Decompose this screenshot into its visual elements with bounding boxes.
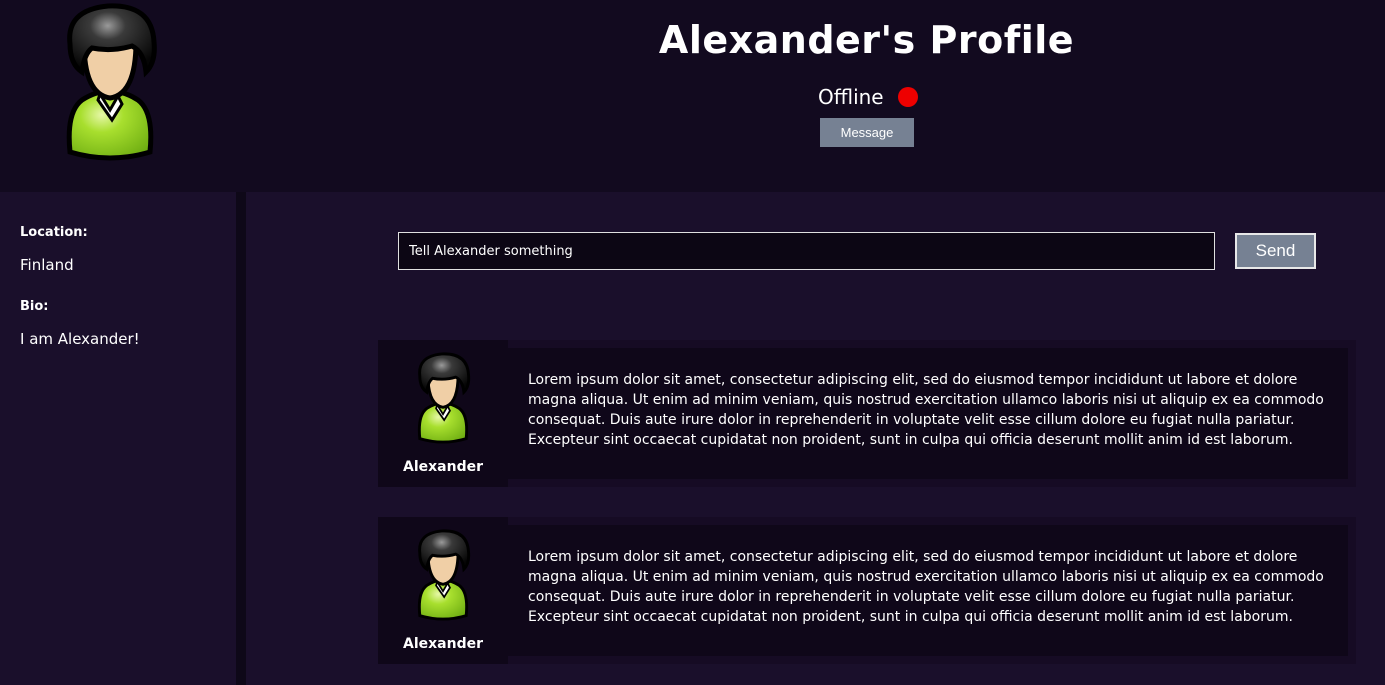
- message-button[interactable]: Message: [820, 118, 914, 147]
- sidebar-divider: [236, 192, 246, 685]
- page-title: Alexander's Profile: [658, 18, 1075, 62]
- post-author-panel: Alexander: [378, 517, 508, 664]
- message-input[interactable]: [398, 232, 1215, 270]
- post-body: Lorem ipsum dolor sit amet, consectetur …: [508, 525, 1348, 656]
- status-text: Offline: [818, 85, 884, 109]
- post-author-name: Alexander: [403, 636, 483, 652]
- send-button[interactable]: Send: [1235, 233, 1316, 269]
- post-body: Lorem ipsum dolor sit amet, consectetur …: [508, 348, 1348, 479]
- user-avatar-icon: [414, 525, 472, 625]
- status-indicator: Offline: [818, 84, 918, 110]
- profile-sidebar: Location: Finland Bio: I am Alexander!: [0, 192, 236, 685]
- post-text: Lorem ipsum dolor sit amet, consectetur …: [528, 372, 1324, 448]
- bio-label: Bio:: [20, 299, 49, 314]
- bio-value: I am Alexander!: [20, 330, 140, 348]
- status-dot-icon: [897, 87, 918, 107]
- location-label: Location:: [20, 225, 88, 240]
- post-author-panel: Alexander: [378, 340, 508, 487]
- post-text: Lorem ipsum dolor sit amet, consectetur …: [528, 549, 1324, 625]
- user-avatar-icon: [414, 348, 472, 448]
- post-item: Alexander Lorem ipsum dolor sit amet, co…: [378, 517, 1356, 664]
- location-value: Finland: [20, 256, 74, 274]
- profile-header: Alexander's Profile Offline Message: [0, 0, 1385, 192]
- post-author-name: Alexander: [403, 459, 483, 475]
- post-item: Alexander Lorem ipsum dolor sit amet, co…: [378, 340, 1356, 487]
